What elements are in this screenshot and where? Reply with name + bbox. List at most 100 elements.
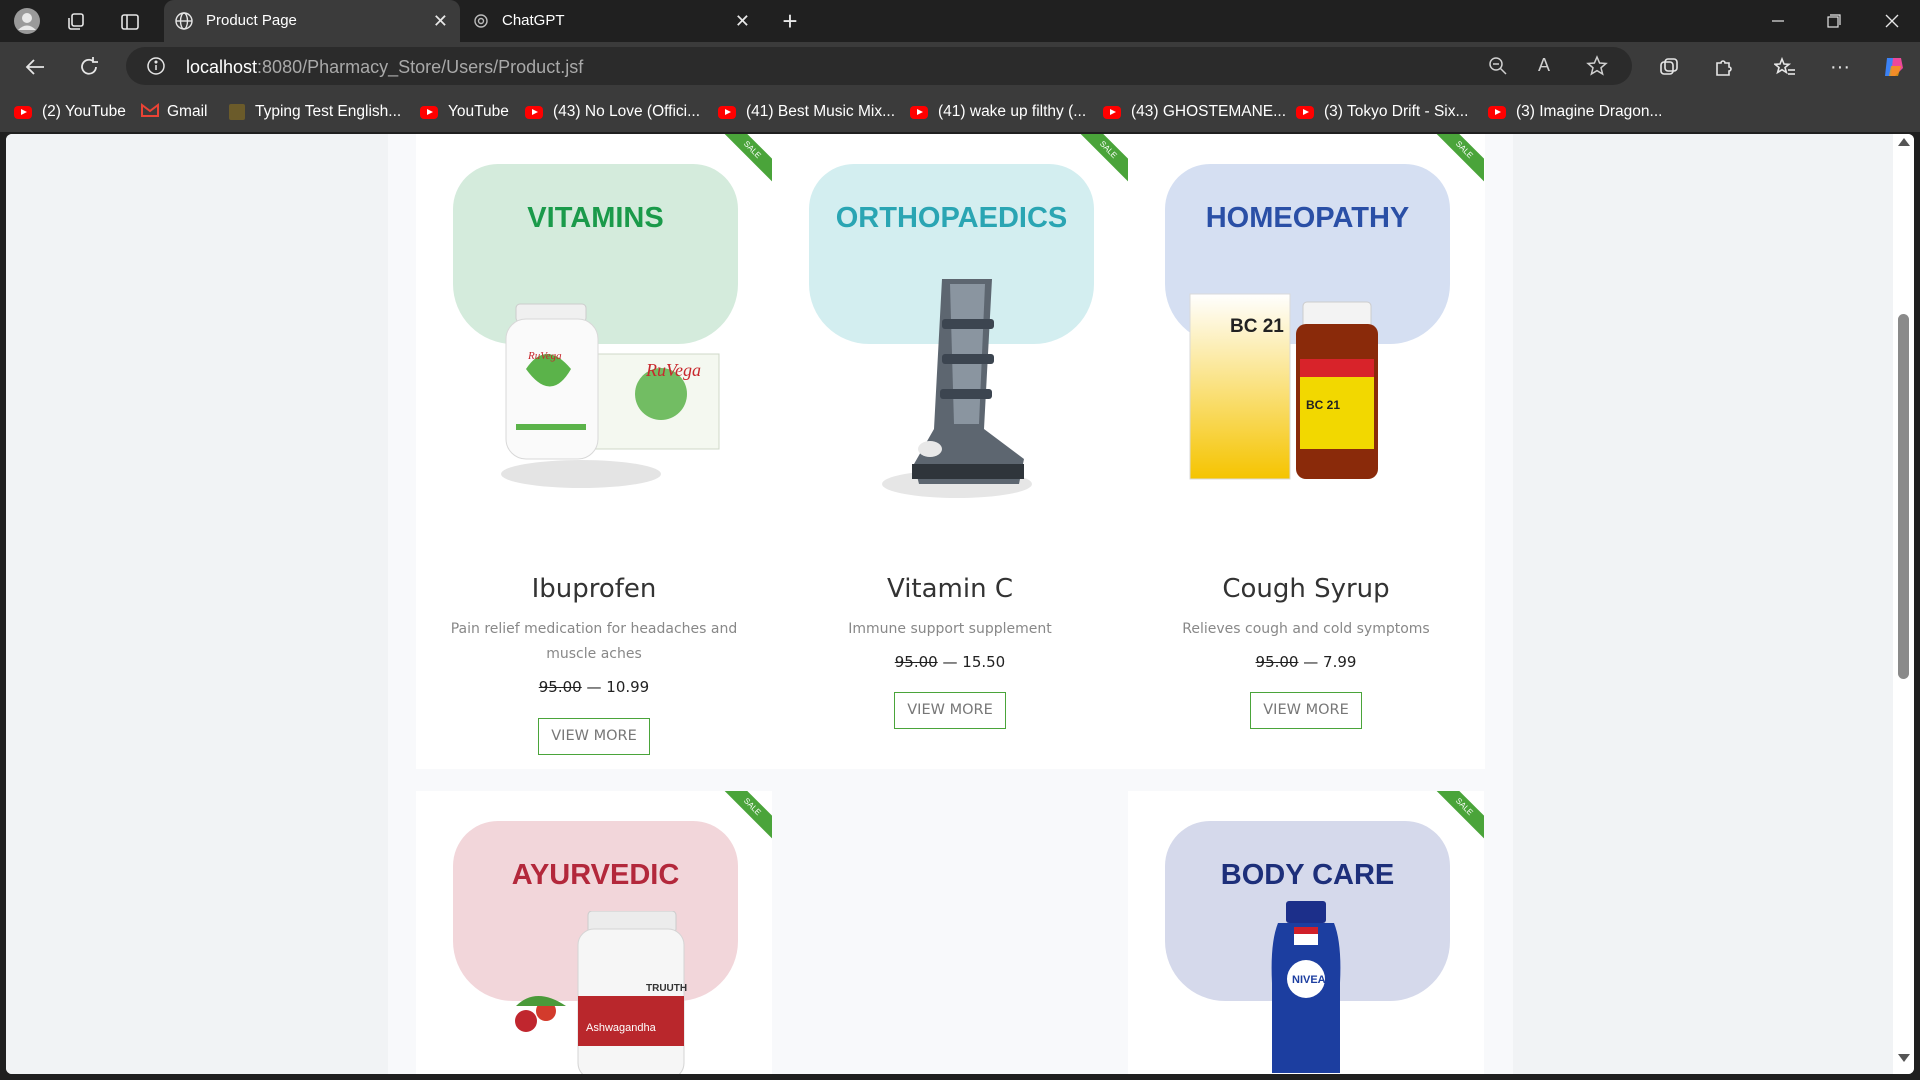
more-menu-icon[interactable]: ··· bbox=[1827, 54, 1853, 80]
globe-icon bbox=[174, 11, 194, 35]
chatgpt-icon bbox=[472, 12, 490, 34]
page-gutter-right bbox=[1513, 134, 1893, 1074]
product-image-ashwagandha: TRUUTH Ashwagandha bbox=[506, 910, 706, 1074]
sale-price: 10.99 bbox=[606, 678, 650, 696]
url-text[interactable]: localhost:8080/Pharmacy_Store/Users/Prod… bbox=[186, 57, 583, 78]
info-icon[interactable] bbox=[146, 56, 166, 81]
page-gutter-left bbox=[6, 134, 388, 1074]
sale-price: 15.50 bbox=[962, 653, 1006, 671]
product-card[interactable]: SALE HOMEOPATHY BC 21 BC 21 Cough Syrup … bbox=[1128, 134, 1484, 769]
vertical-scrollbar[interactable] bbox=[1893, 134, 1914, 1074]
view-more-button[interactable]: VIEW MORE bbox=[538, 718, 650, 755]
restore-icon[interactable] bbox=[1822, 8, 1846, 34]
back-icon[interactable] bbox=[22, 54, 48, 80]
product-price: 95.00 — 10.99 bbox=[538, 678, 650, 696]
category-title: ORTHOPAEDICS bbox=[835, 202, 1068, 234]
svg-text:Ashwagandha: Ashwagandha bbox=[586, 1022, 657, 1034]
svg-text:BC 21: BC 21 bbox=[1230, 316, 1284, 337]
bookmark-item[interactable]: Gmail bbox=[141, 102, 207, 122]
sale-ribbon: SALE bbox=[1074, 134, 1128, 184]
youtube-icon bbox=[525, 105, 543, 119]
bookmark-item[interactable]: (3) Imagine Dragon... bbox=[1488, 102, 1662, 122]
category-title: HOMEOPATHY bbox=[1205, 202, 1410, 234]
scroll-down-arrow-icon[interactable] bbox=[1898, 1054, 1910, 1062]
tab-product-page[interactable]: Product Page ✕ bbox=[164, 0, 460, 42]
gmail-icon bbox=[141, 102, 159, 122]
tab-title: ChatGPT bbox=[502, 12, 565, 29]
view-more-button[interactable]: VIEW MORE bbox=[894, 692, 1006, 729]
old-price: 95.00 bbox=[894, 653, 938, 671]
product-description: Pain relief medication for headaches and… bbox=[450, 621, 738, 662]
old-price: 95.00 bbox=[538, 678, 582, 696]
scrollbar-thumb[interactable] bbox=[1898, 314, 1909, 679]
bookmark-item[interactable]: (2) YouTube bbox=[14, 102, 126, 122]
vertical-tabs-icon[interactable] bbox=[118, 10, 142, 34]
youtube-icon bbox=[1103, 105, 1121, 119]
sale-price: 7.99 bbox=[1323, 653, 1357, 671]
read-aloud-icon[interactable]: A bbox=[1538, 55, 1550, 76]
profile-avatar[interactable] bbox=[12, 6, 42, 36]
category-title: VITAMINS bbox=[527, 202, 664, 234]
product-page: SALE VITAMINS RuVega RuVega Ibuprofen Pa… bbox=[388, 134, 1513, 1074]
browser-toolbar: localhost:8080/Pharmacy_Store/Users/Prod… bbox=[0, 42, 1920, 92]
view-more-button[interactable]: VIEW MORE bbox=[1250, 692, 1362, 729]
close-window-icon[interactable] bbox=[1880, 8, 1904, 34]
youtube-icon bbox=[718, 105, 736, 119]
product-image-bc21: BC 21 BC 21 bbox=[1178, 284, 1398, 499]
product-name: Ibuprofen bbox=[531, 574, 657, 604]
sale-ribbon: SALE bbox=[718, 134, 772, 184]
sale-ribbon: SALE bbox=[718, 791, 772, 841]
close-tab-icon[interactable]: ✕ bbox=[433, 11, 448, 32]
extensions-icon[interactable] bbox=[1711, 54, 1737, 80]
sale-ribbon: SALE bbox=[1430, 134, 1484, 184]
favorite-star-icon[interactable] bbox=[1586, 55, 1608, 82]
address-bar[interactable]: localhost:8080/Pharmacy_Store/Users/Prod… bbox=[126, 47, 1632, 85]
youtube-icon bbox=[1296, 105, 1314, 119]
tab-title: Product Page bbox=[206, 12, 297, 29]
bookmark-item[interactable]: (43) No Love (Offici... bbox=[525, 102, 700, 122]
zoom-out-icon[interactable] bbox=[1488, 56, 1508, 81]
typing-test-icon bbox=[229, 104, 245, 120]
youtube-icon bbox=[420, 105, 438, 119]
svg-text:RuVega: RuVega bbox=[645, 360, 701, 380]
product-name: Cough Syrup bbox=[1222, 574, 1390, 604]
bookmark-item[interactable]: (43) GHOSTEMANE... bbox=[1103, 102, 1286, 122]
copilot-icon[interactable] bbox=[1880, 53, 1908, 81]
product-card[interactable]: SALE AYURVEDIC TRUUTH Ashwagandha bbox=[416, 791, 772, 1074]
product-name: Vitamin C bbox=[886, 574, 1013, 604]
category-title: BODY CARE bbox=[1220, 859, 1395, 891]
product-card[interactable]: SALE BODY CARE NIVEA bbox=[1128, 791, 1484, 1074]
close-tab-icon[interactable]: ✕ bbox=[735, 11, 750, 32]
sale-ribbon: SALE bbox=[1430, 791, 1484, 841]
bookmark-item[interactable]: Typing Test English... bbox=[229, 102, 401, 122]
workspaces-icon[interactable] bbox=[64, 10, 88, 34]
category-title: AYURVEDIC bbox=[511, 859, 680, 891]
product-card[interactable]: SALE ORTHOPAEDICS Vitamin C Immune suppo… bbox=[772, 134, 1128, 769]
svg-text:TRUUTH: TRUUTH bbox=[646, 983, 687, 994]
product-image-vitamin-bottle: RuVega RuVega bbox=[486, 294, 726, 499]
scroll-up-arrow-icon[interactable] bbox=[1898, 138, 1910, 146]
collections-icon[interactable] bbox=[1656, 54, 1682, 80]
product-image-walker-boot bbox=[872, 264, 1052, 509]
product-card[interactable]: SALE VITAMINS RuVega RuVega Ibuprofen Pa… bbox=[416, 134, 772, 769]
bookmark-item[interactable]: (41) wake up filthy (... bbox=[910, 102, 1086, 122]
youtube-icon bbox=[910, 105, 928, 119]
bookmark-item[interactable]: (3) Tokyo Drift - Six... bbox=[1296, 102, 1468, 122]
refresh-icon[interactable] bbox=[76, 54, 102, 80]
tab-chatgpt[interactable]: ChatGPT ✕ bbox=[462, 0, 762, 42]
product-price: 95.00 — 7.99 bbox=[1255, 653, 1357, 671]
minimize-icon[interactable] bbox=[1766, 8, 1790, 34]
new-tab-icon[interactable]: + bbox=[778, 6, 802, 36]
tab-bar: Product Page ✕ ChatGPT ✕ + bbox=[0, 0, 1920, 42]
bookmark-item[interactable]: (41) Best Music Mix... bbox=[718, 102, 895, 122]
product-image-nivea: NIVEA bbox=[1256, 901, 1356, 1074]
svg-text:BC 21: BC 21 bbox=[1306, 398, 1340, 412]
youtube-icon bbox=[1488, 105, 1506, 119]
product-description: Immune support supplement bbox=[848, 621, 1052, 637]
favorites-icon[interactable] bbox=[1772, 54, 1798, 80]
youtube-icon bbox=[14, 105, 32, 119]
bookmark-item[interactable]: YouTube bbox=[420, 102, 509, 122]
svg-text:NIVEA: NIVEA bbox=[1292, 974, 1326, 986]
bookmarks-bar: (2) YouTube Gmail Typing Test English...… bbox=[0, 92, 1920, 132]
page-viewport: SALE VITAMINS RuVega RuVega Ibuprofen Pa… bbox=[6, 134, 1914, 1074]
